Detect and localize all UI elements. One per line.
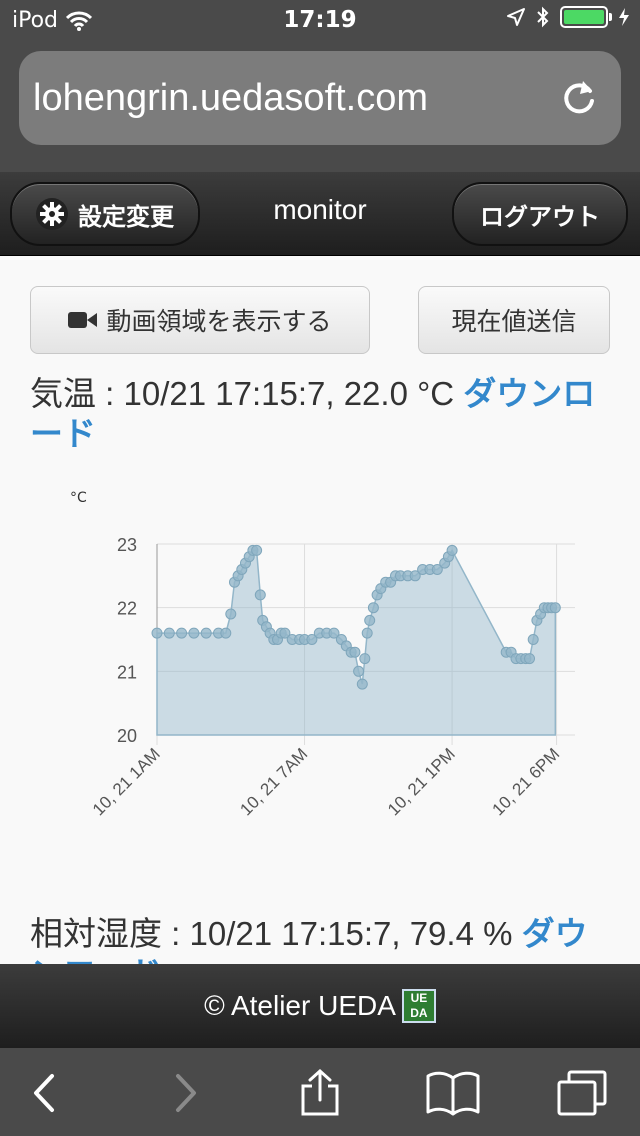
- video-camera-icon: [68, 312, 98, 328]
- page-title: monitor: [273, 194, 367, 225]
- y-tick-label: 20: [117, 726, 137, 746]
- share-icon[interactable]: [295, 1068, 345, 1118]
- location-icon: [507, 8, 525, 26]
- temperature-area: [156, 548, 557, 736]
- temperature-point: [200, 627, 212, 639]
- temperature-point: [359, 653, 371, 665]
- tabs-icon[interactable]: [555, 1068, 609, 1118]
- logout-button[interactable]: ログアウト: [452, 182, 628, 246]
- bookmarks-icon[interactable]: [425, 1068, 481, 1118]
- humidity-label: 相対湿度 : 10/21 17:15:7, 79.4 %: [30, 915, 513, 952]
- temperature-point: [367, 602, 379, 614]
- x-tick-label: 10, 21 7AM: [236, 744, 311, 819]
- back-icon[interactable]: [20, 1068, 70, 1118]
- logo-top-text: UE: [410, 991, 428, 1005]
- temperature-point: [527, 634, 539, 645]
- settings-label: 設定変更: [78, 202, 174, 231]
- logo-bottom-text: DA: [410, 1006, 428, 1020]
- y-tick-label: 23: [117, 535, 137, 555]
- temperature-point: [151, 627, 163, 639]
- forward-icon[interactable]: [160, 1068, 210, 1118]
- y-tick-label: 22: [117, 599, 137, 619]
- temperature-point: [549, 602, 561, 614]
- y-tick-label: 21: [117, 662, 137, 682]
- temperature-point: [188, 627, 200, 639]
- temperature-point: [446, 544, 458, 556]
- ueda-logo: UE DA: [401, 989, 436, 1023]
- temperature-readout: 気温 : 10/21 17:15:7, 22.0 °C ダウンロード: [30, 374, 610, 454]
- temperature-chart: °C 20 21 22 23 10, 21 1AM 10, 21 7AM 10, 21 1PM…: [70, 490, 575, 819]
- main-content: 動画領域を表示する 現在値送信 気温 : 10/21 17:15:7, 22.0…: [0, 256, 640, 964]
- x-tick-label: 10, 21 1AM: [89, 744, 164, 819]
- bluetooth-icon: [537, 6, 549, 28]
- status-icons: [506, 6, 630, 28]
- send-current-button[interactable]: 現在値送信: [418, 286, 610, 354]
- temperature-point: [225, 608, 237, 620]
- battery-icon: [560, 6, 612, 28]
- show-video-label: 動画領域を表示する: [106, 307, 332, 336]
- battery-level: [564, 10, 604, 24]
- temperature-point: [364, 614, 376, 626]
- temperature-point: [176, 627, 188, 639]
- temperature-point: [220, 627, 232, 639]
- temperature-point: [361, 627, 373, 639]
- temperature-point: [163, 627, 175, 639]
- show-video-button[interactable]: 動画領域を表示する: [30, 286, 370, 354]
- page-footer: © Atelier UEDA UE DA: [0, 964, 640, 1048]
- x-tick-label: 10, 21 6PM: [488, 744, 563, 819]
- temperature-point: [251, 544, 263, 556]
- settings-button[interactable]: 設定変更: [10, 182, 200, 246]
- address-bar[interactable]: lohengrin.uedasoft.com: [19, 51, 621, 145]
- x-tick-label: 10, 21 1PM: [384, 744, 459, 819]
- temperature-point: [353, 665, 365, 677]
- temperature-point: [524, 653, 535, 665]
- browser-chrome: lohengrin.uedasoft.com: [0, 40, 640, 172]
- reload-icon[interactable]: [557, 75, 601, 119]
- humidity-readout: 相対湿度 : 10/21 17:15:7, 79.4 % ダウンロード: [30, 914, 610, 964]
- browser-toolbar: [0, 1048, 640, 1136]
- url-text[interactable]: lohengrin.uedasoft.com: [33, 77, 428, 120]
- charging-icon: [619, 8, 629, 26]
- status-bar: iPod 17:19: [0, 0, 640, 40]
- y-axis-unit-label: °C: [70, 490, 87, 506]
- temperature-label: 気温 : 10/21 17:15:7, 22.0 °C: [30, 375, 455, 412]
- temperature-point: [349, 646, 361, 658]
- copyright-text: © Atelier UEDA: [204, 990, 396, 1021]
- gear-icon: [36, 198, 68, 230]
- app-header: 設定変更 monitor ログアウト: [0, 172, 640, 256]
- temperature-point: [254, 589, 266, 601]
- temperature-point: [356, 678, 368, 690]
